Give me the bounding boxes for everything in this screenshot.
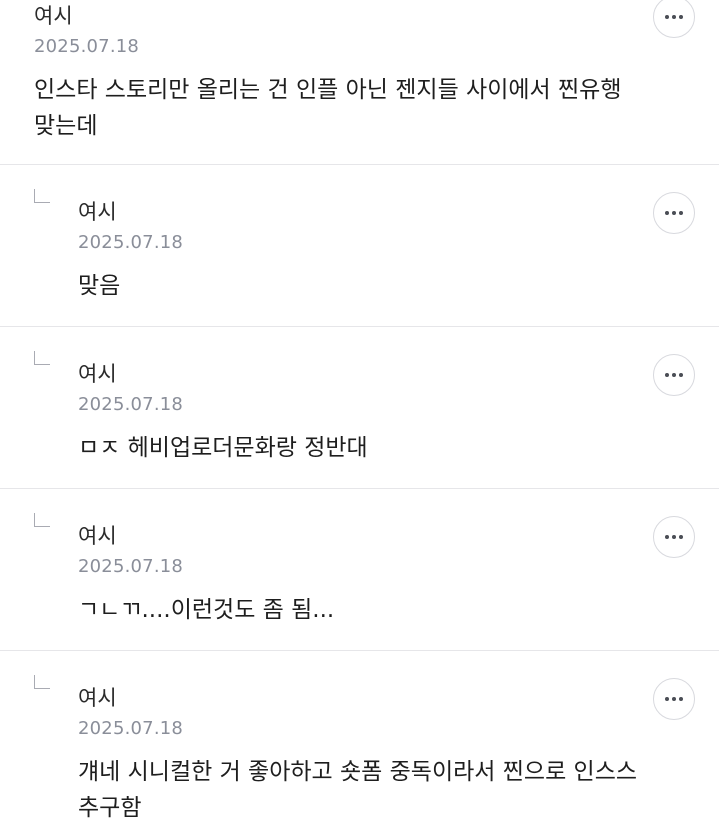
reply-item: 여시 2025.07.18 걔네 시니컬한 거 좋아하고 숏폼 중독이라서 찐으… xyxy=(0,651,719,830)
comment-date: 2025.07.18 xyxy=(34,36,140,57)
comment-item: 여시 2025.07.18 인스타 스토리만 올리는 건 인플 아닌 젠지들 사… xyxy=(0,0,719,165)
comment-date: 2025.07.18 xyxy=(78,394,184,415)
comment-date: 2025.07.18 xyxy=(78,718,184,739)
comment-author[interactable]: 여시 xyxy=(78,361,117,387)
more-horizontal-icon xyxy=(665,697,683,701)
comment-author[interactable]: 여시 xyxy=(78,685,117,711)
more-options-button[interactable] xyxy=(653,0,695,38)
more-options-button[interactable] xyxy=(653,516,695,558)
more-options-button[interactable] xyxy=(653,192,695,234)
comment-author[interactable]: 여시 xyxy=(34,3,73,29)
reply-arrow-icon xyxy=(34,351,50,365)
comment-text: 맞음 xyxy=(78,273,121,299)
comment-text: ㅁㅈ 헤비업로더문화랑 정반대 xyxy=(78,435,368,461)
reply-item: 여시 2025.07.18 ㅁㅈ 헤비업로더문화랑 정반대 xyxy=(0,327,719,489)
more-horizontal-icon xyxy=(665,15,683,19)
comment-text: 걔네 시니컬한 거 좋아하고 숏폼 중독이라서 찐으로 인스스 추구함 xyxy=(78,759,638,821)
reply-item: 여시 2025.07.18 ㄱㄴㄲ....이런것도 좀 됨... xyxy=(0,489,719,651)
comment-author[interactable]: 여시 xyxy=(78,199,117,225)
more-options-button[interactable] xyxy=(653,678,695,720)
reply-arrow-icon xyxy=(34,513,50,527)
reply-arrow-icon xyxy=(34,189,50,203)
reply-arrow-icon xyxy=(34,675,50,689)
more-options-button[interactable] xyxy=(653,354,695,396)
more-horizontal-icon xyxy=(665,373,683,377)
comment-date: 2025.07.18 xyxy=(78,556,184,577)
comment-date: 2025.07.18 xyxy=(78,232,184,253)
more-horizontal-icon xyxy=(665,211,683,215)
comment-author[interactable]: 여시 xyxy=(78,523,117,549)
more-horizontal-icon xyxy=(665,535,683,539)
comment-text: ㄱㄴㄲ....이런것도 좀 됨... xyxy=(78,597,335,623)
reply-item: 여시 2025.07.18 맞음 xyxy=(0,165,719,327)
comment-text: 인스타 스토리만 올리는 건 인플 아닌 젠지들 사이에서 찐유행 맞는데 xyxy=(34,77,622,139)
